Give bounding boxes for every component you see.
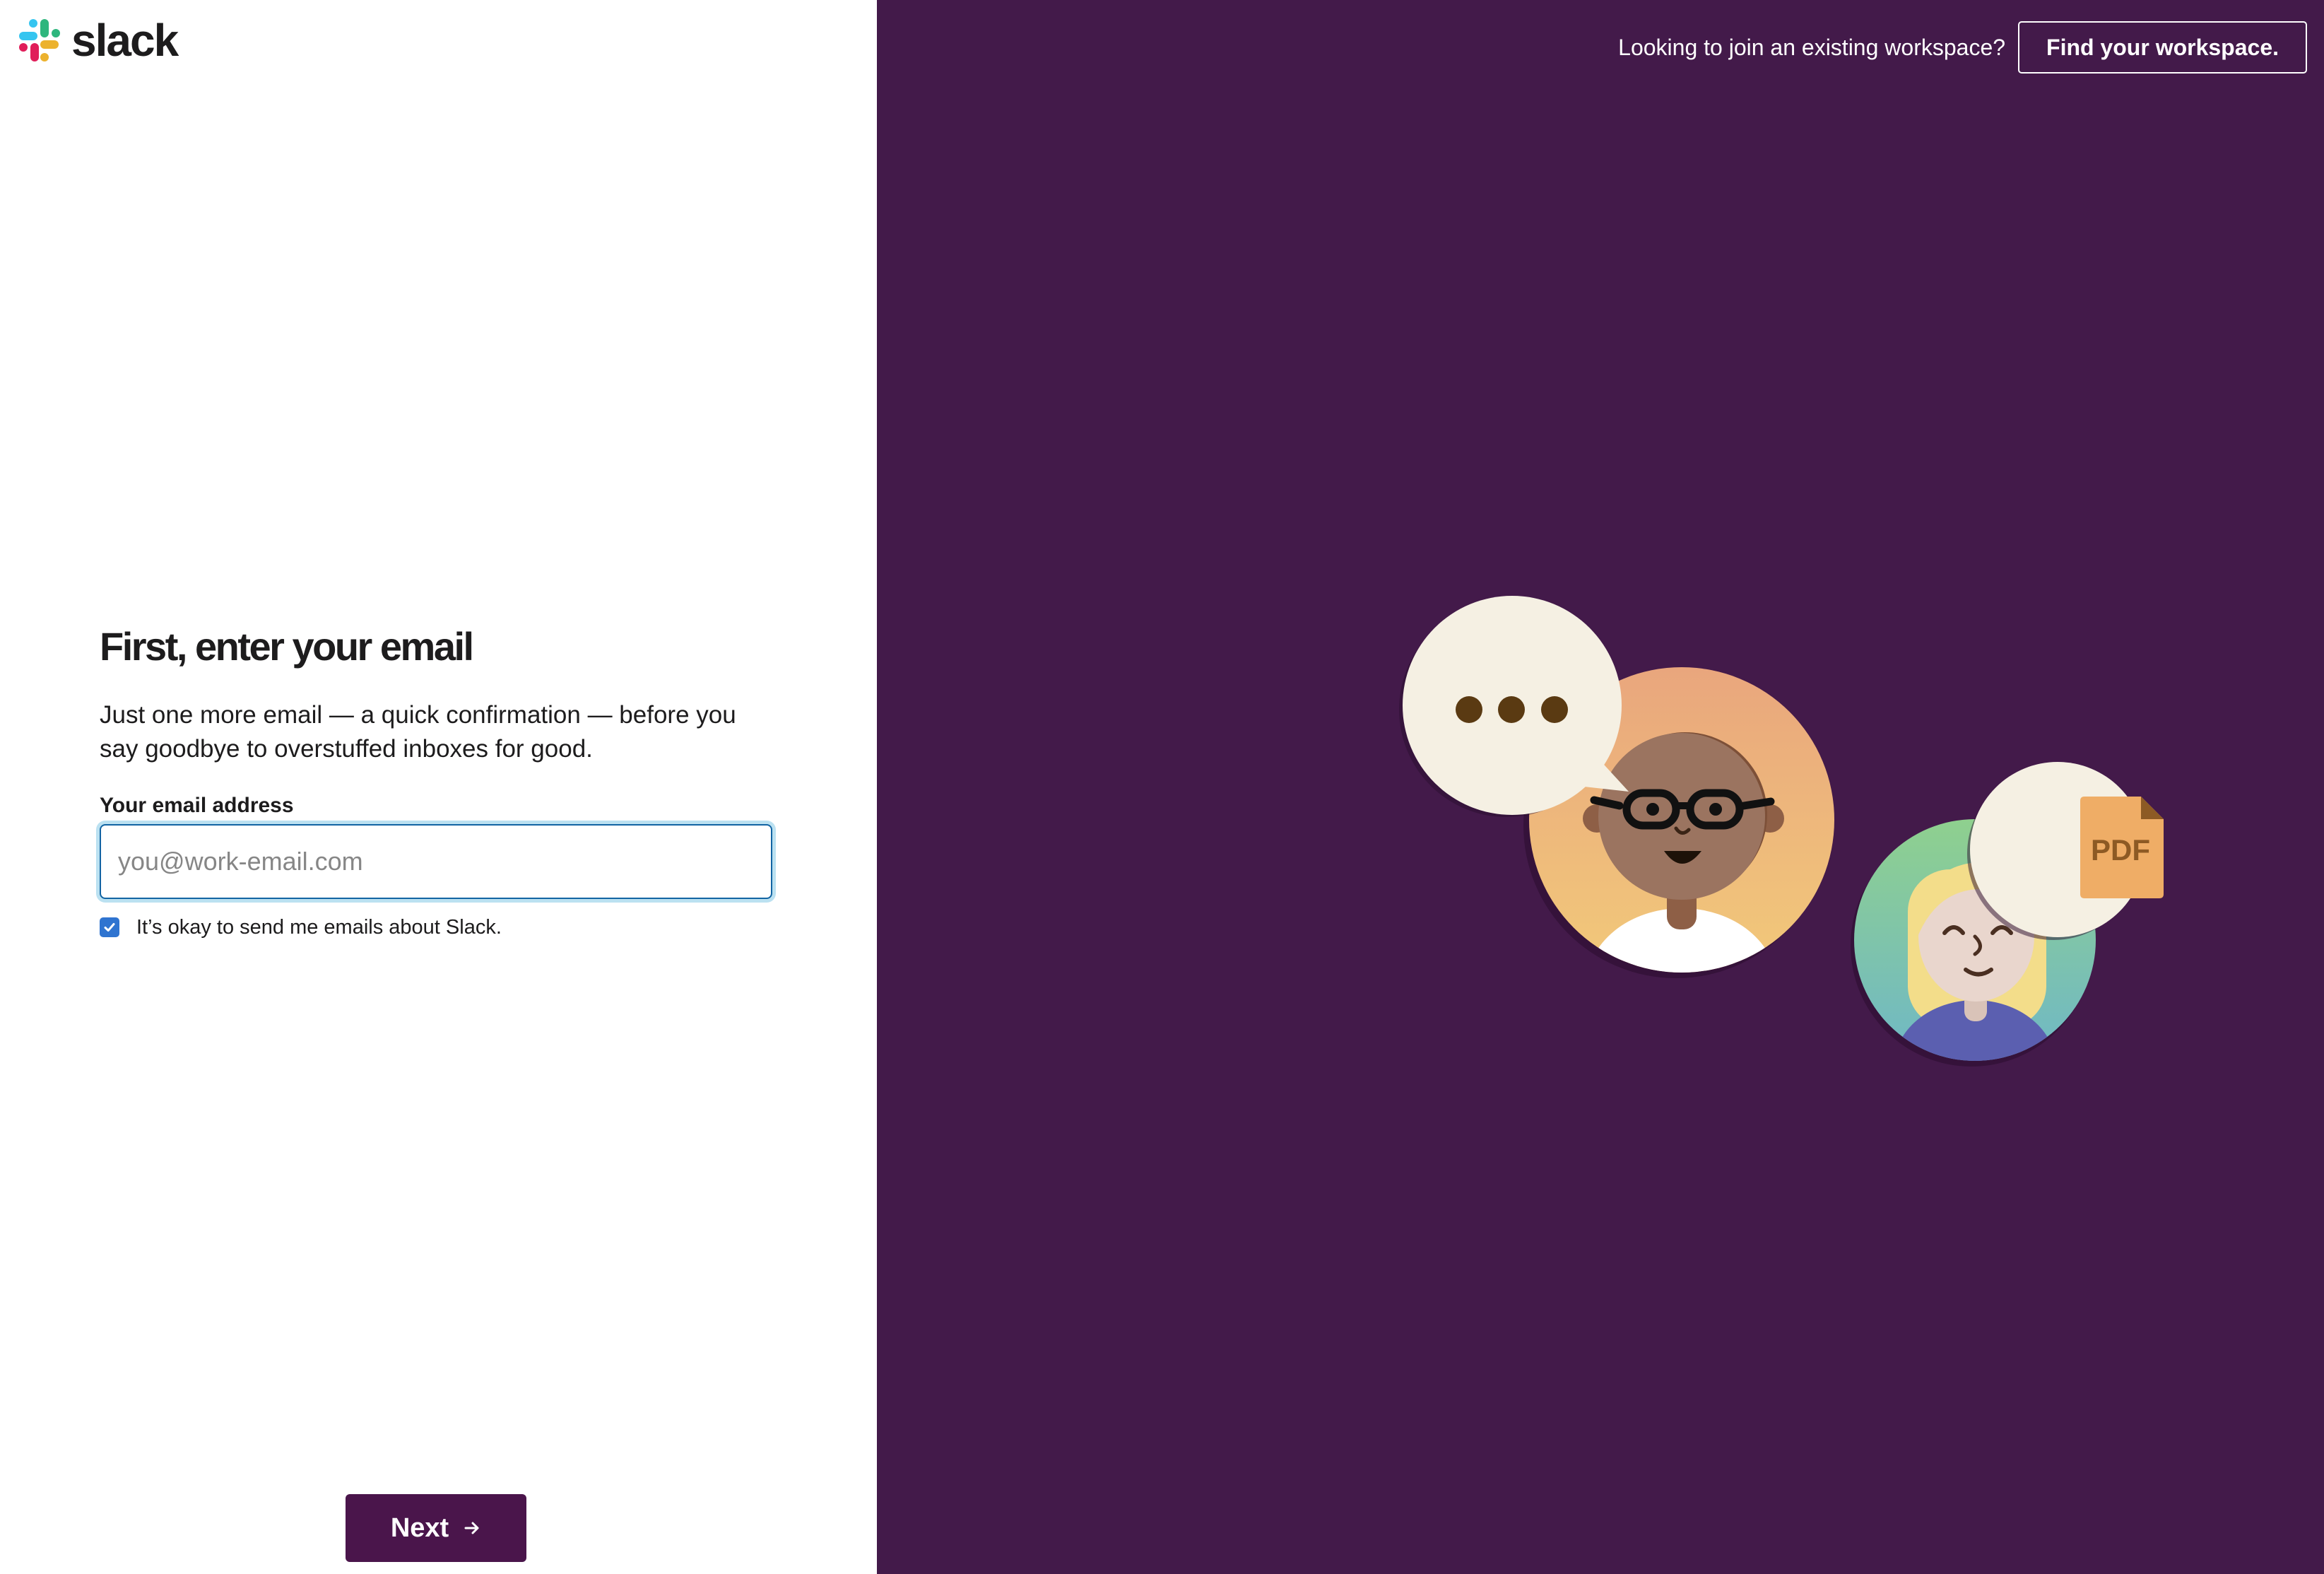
arrow-right-icon bbox=[463, 1519, 481, 1537]
logo-wordmark: slack bbox=[71, 15, 179, 66]
typing-bubble bbox=[1399, 596, 1629, 817]
join-prompt: Looking to join an existing workspace? bbox=[1618, 34, 2006, 60]
find-workspace-button[interactable]: Find your workspace. bbox=[2018, 21, 2307, 74]
email-label: Your email address bbox=[100, 794, 294, 817]
next-button-label: Next bbox=[390, 1513, 449, 1543]
ellipsis-icon bbox=[1456, 696, 1568, 723]
left-panel: slack First, enter your email Just one m… bbox=[0, 0, 877, 1574]
marketing-consent-label[interactable]: It’s okay to send me emails about Slack. bbox=[136, 915, 502, 940]
join-workspace-bar: Looking to join an existing workspace? F… bbox=[1618, 21, 2307, 74]
marketing-consent-row: It’s okay to send me emails about Slack. bbox=[100, 915, 772, 940]
marketing-consent-checkbox[interactable] bbox=[100, 917, 119, 937]
page-title: First, enter your email bbox=[100, 624, 474, 669]
slack-logo-icon bbox=[19, 19, 60, 61]
email-field-wrapper bbox=[100, 824, 772, 899]
page-subtitle: Just one more email — a quick confirmati… bbox=[100, 701, 736, 763]
email-input[interactable] bbox=[117, 846, 755, 877]
people-illustration: PDF bbox=[1399, 596, 2164, 1067]
slack-logo[interactable]: slack bbox=[16, 15, 179, 66]
email-form: First, enter your email Just one more em… bbox=[100, 622, 772, 940]
checkmark-icon bbox=[104, 923, 115, 932]
next-button[interactable]: Next bbox=[346, 1494, 526, 1562]
signup-page: slack First, enter your email Just one m… bbox=[0, 0, 2324, 1574]
pdf-document-icon: PDF bbox=[2080, 797, 2164, 898]
pdf-label: PDF bbox=[2091, 833, 2150, 867]
